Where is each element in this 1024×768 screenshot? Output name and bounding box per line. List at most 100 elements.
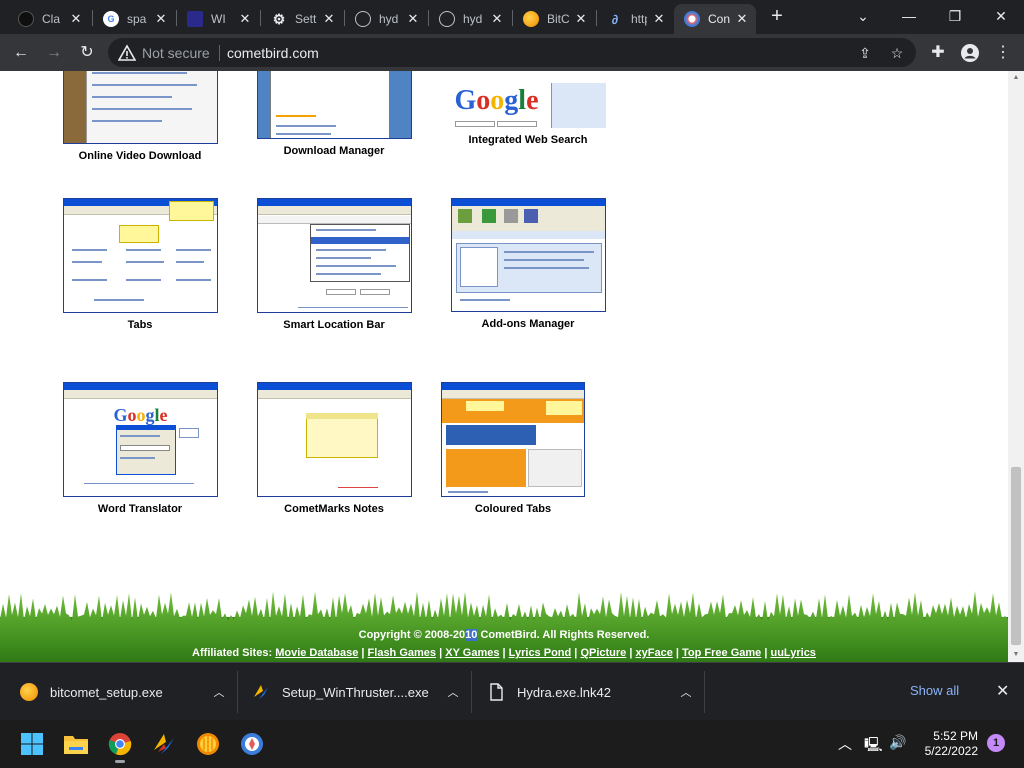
feature-caption: Download Manager [283,145,385,157]
feature-screenshot[interactable] [256,382,412,497]
forward-button[interactable]: → [41,40,67,66]
tab-4[interactable]: ⚙ Sett ✕ [261,4,343,34]
close-icon[interactable]: ✕ [734,11,750,27]
feature-tabs[interactable]: Tabs [43,198,237,331]
minimize-button[interactable]: — [886,0,932,34]
feature-add-ons-manager[interactable]: Add-ons Manager [431,198,625,330]
tab-3[interactable]: WI ✕ [177,4,259,34]
chevron-up-icon[interactable]: ︿ [679,684,693,699]
affiliate-link-qpicture[interactable]: QPicture [580,647,626,659]
bookmark-star-icon[interactable]: ☆ [888,44,906,62]
affiliates-label: Affiliated Sites: [192,647,273,659]
reload-button[interactable]: ↻ [74,40,100,66]
show-all-button[interactable]: Show all [910,683,959,698]
affiliate-link-movie-database[interactable]: Movie Database [275,647,358,659]
download-filename: Setup_WinThruster....exe [282,684,429,700]
feature-screenshot[interactable]: Google [62,382,218,497]
download-item-winthruster[interactable]: Setup_WinThruster....exe ︿ [252,663,470,721]
share-icon[interactable]: ⇪ [856,44,874,62]
close-icon[interactable]: ✕ [651,11,667,27]
feature-smart-location-bar[interactable]: Smart Location Bar [237,198,431,331]
affiliate-link-lyrics-pond[interactable]: Lyrics Pond [509,647,572,659]
network-icon[interactable]: 🖳 [864,734,883,758]
feature-screenshot[interactable] [256,71,412,139]
feature-screenshot[interactable] [441,382,585,497]
link-icon: ∂ [611,11,619,27]
scroll-down-arrow-icon[interactable]: ▼ [1008,648,1024,662]
back-button[interactable]: ← [8,40,34,66]
close-icon[interactable]: ✕ [68,11,84,27]
globe-icon [439,11,455,27]
feature-screenshot[interactable]: Google [450,71,606,128]
scroll-up-arrow-icon[interactable]: ▲ [1008,71,1024,85]
bitcomet-icon [523,11,539,27]
close-icon[interactable]: ✕ [153,11,169,27]
feature-screenshot[interactable] [450,198,606,312]
tab-9-active[interactable]: Con ✕ [674,4,756,34]
address-bar[interactable]: Not secure cometbird.com ⇪ ☆ [108,38,916,67]
page-scrollbar[interactable]: ▲ ▼ [1008,71,1024,662]
feature-download-manager[interactable]: Download Manager [237,71,431,157]
file-icon [490,683,503,701]
chrome-icon[interactable] [104,728,136,763]
warning-icon[interactable] [118,44,136,62]
tab-6[interactable]: hyd ✕ [429,4,511,34]
winthruster-icon [254,685,268,699]
cometbird-icon [684,11,700,27]
affiliate-link-flash-games[interactable]: Flash Games [368,647,436,659]
notification-badge[interactable]: 1 [987,734,1005,752]
tab-7[interactable]: BitC ✕ [513,4,595,34]
close-icon[interactable]: ✕ [573,11,589,27]
tab-1[interactable]: Cla ✕ [8,4,90,34]
chevron-up-icon[interactable]: ︿ [212,684,226,699]
feature-caption: Word Translator [97,503,183,515]
new-tab-button[interactable]: + [766,6,788,28]
feature-word-translator[interactable]: Google Word Translator [43,382,237,515]
tab-strip: Cla ✕ G spa ✕ WI ✕ ⚙ Sett ✕ hyd ✕ hyd ✕ … [0,0,1024,34]
feature-screenshot[interactable] [62,198,218,313]
tab-2[interactable]: G spa ✕ [93,4,175,34]
affiliate-link-xy-games[interactable]: XY Games [445,647,499,659]
cometbird-icon[interactable] [236,728,268,760]
close-icon[interactable]: ✕ [996,681,1009,701]
tab-5[interactable]: hyd ✕ [345,4,427,34]
extensions-puzzle-icon[interactable]: ✚ [925,40,951,66]
winthruster-icon[interactable] [148,728,180,760]
menu-kebab-icon[interactable]: ⋮ [990,40,1016,66]
affiliate-link-xyface[interactable]: xyFace [636,647,673,659]
feature-caption: Add-ons Manager [481,318,575,330]
feature-caption: Integrated Web Search [468,134,588,146]
volume-icon[interactable]: 🔊 [889,734,906,751]
feature-cometmarks-notes[interactable]: CometMarks Notes [237,382,431,515]
scrollbar-thumb[interactable] [1011,467,1021,645]
download-item-hydra[interactable]: Hydra.exe.lnk42 ︿ [487,663,703,721]
feature-screenshot[interactable] [62,71,218,144]
affiliate-link-uulyrics[interactable]: uuLyrics [770,647,815,659]
browser-toolbar: ← → ↻ Not secure cometbird.com ⇪ ☆ ✚ ⋮ [0,34,1024,71]
restore-button[interactable]: ❐ [932,0,978,34]
bitcomet-icon[interactable] [192,728,224,760]
tab-8[interactable]: ∂ http ✕ [597,4,673,34]
feature-online-video-download[interactable]: Online Video Download [43,71,237,162]
url-text[interactable]: cometbird.com [227,45,319,61]
chevron-up-icon[interactable]: ︿ [446,684,460,699]
window-close-button[interactable]: ✕ [978,0,1024,34]
feature-integrated-web-search[interactable]: Google Integrated Web Search [431,71,625,146]
close-icon[interactable]: ✕ [489,11,505,27]
download-item-bitcomet[interactable]: bitcomet_setup.exe ︿ [20,663,236,721]
security-label[interactable]: Not secure [142,45,210,61]
feature-screenshot[interactable] [256,198,412,313]
tab-search-chevron-icon[interactable]: ⌄ [840,0,886,34]
chevron-up-icon[interactable]: ︿ [838,734,852,754]
file-explorer-icon[interactable] [60,728,92,760]
feature-caption: Online Video Download [78,150,202,162]
start-windows-icon[interactable] [16,728,48,760]
affiliate-link-top-free-game[interactable]: Top Free Game [682,647,761,659]
feature-coloured-tabs[interactable]: Coloured Tabs [431,382,595,515]
google-icon: G [103,11,119,27]
close-icon[interactable]: ✕ [237,11,253,27]
taskbar-clock[interactable]: 5:52 PM 5/22/2022 [918,729,978,759]
profile-avatar-icon[interactable] [957,40,983,66]
close-icon[interactable]: ✕ [321,11,337,27]
close-icon[interactable]: ✕ [405,11,421,27]
